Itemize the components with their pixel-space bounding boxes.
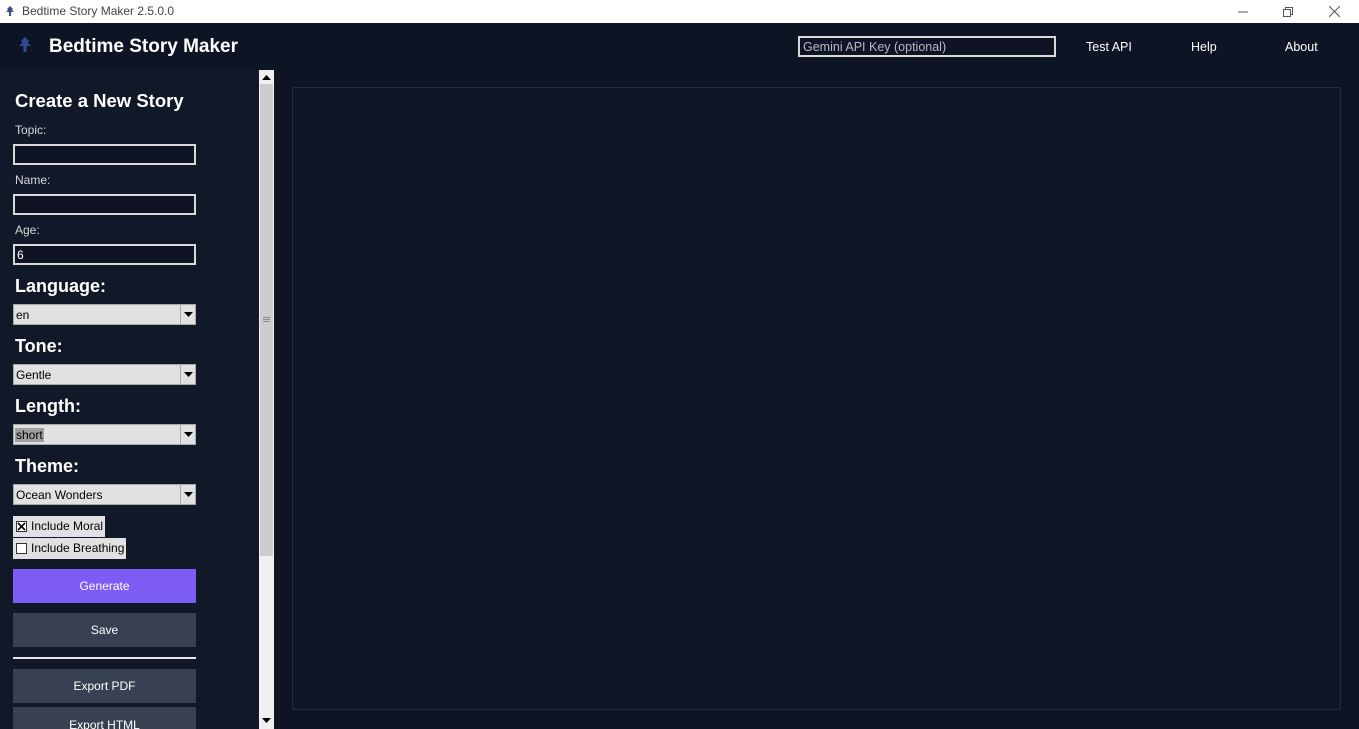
checkbox-checked-icon[interactable] [16,521,27,532]
length-value: short [15,428,44,442]
tone-select[interactable]: Gentle [13,364,196,385]
include-moral-label: Include Moral [31,519,104,533]
include-moral-checkbox[interactable]: Include Moral [13,516,106,537]
include-breathing-label: Include Breathing [31,541,125,555]
window-title-bar: Bedtime Story Maker 2.5.0.0 [0,0,1359,23]
language-label: Language: [15,276,107,296]
age-input[interactable] [13,244,196,265]
language-select[interactable]: en [13,304,196,325]
tone-label: Tone: [15,336,63,356]
form-heading: Create a New Story [15,90,184,111]
app-header: Bedtime Story Maker Test API Help About [0,23,1359,70]
app-icon [6,6,14,16]
chevron-down-icon[interactable] [180,485,195,504]
app-title: Bedtime Story Maker [49,36,239,57]
chevron-down-icon[interactable] [180,425,195,444]
divider [13,657,196,659]
minimize-button[interactable] [1220,0,1266,23]
name-input[interactable] [13,194,196,215]
scroll-up-arrow-icon[interactable] [259,70,274,84]
close-button[interactable] [1311,0,1357,23]
tone-value: Gentle [16,368,52,382]
app-logo-icon [19,37,31,52]
length-select[interactable]: short [13,424,196,445]
test-api-button[interactable]: Test API [1086,40,1132,54]
age-label: Age: [15,223,40,237]
export-html-button[interactable]: Export HTML [13,707,196,729]
chevron-down-icon[interactable] [180,305,195,324]
generate-button[interactable]: Generate [13,569,196,603]
restore-button[interactable] [1265,0,1311,23]
restore-icon [1283,6,1293,17]
export-pdf-button[interactable]: Export PDF [13,669,196,703]
help-button[interactable]: Help [1191,40,1217,54]
checkbox-unchecked-icon[interactable] [16,543,27,554]
topic-input[interactable] [13,144,196,165]
language-value: en [16,308,30,322]
minimize-icon [1238,11,1248,12]
length-label: Length: [15,396,81,416]
sidebar-scrollbar[interactable] [259,70,274,729]
topic-label: Topic: [15,123,47,137]
theme-value: Ocean Wonders [16,488,103,502]
story-form-sidebar: Create a New Story Topic: Name: Age: Lan… [0,70,259,729]
close-icon [1328,6,1340,17]
chevron-down-icon[interactable] [180,365,195,384]
include-breathing-checkbox[interactable]: Include Breathing [13,538,127,559]
about-button[interactable]: About [1285,40,1318,54]
name-label: Name: [15,173,51,187]
scrollbar-thumb[interactable] [260,84,273,556]
story-output-panel[interactable] [292,87,1341,710]
save-button[interactable]: Save [13,613,196,647]
window-title: Bedtime Story Maker 2.5.0.0 [22,4,175,18]
theme-select[interactable]: Ocean Wonders [13,484,196,505]
theme-label: Theme: [15,456,80,476]
scroll-down-arrow-icon[interactable] [259,713,274,727]
api-key-input[interactable] [798,36,1056,57]
